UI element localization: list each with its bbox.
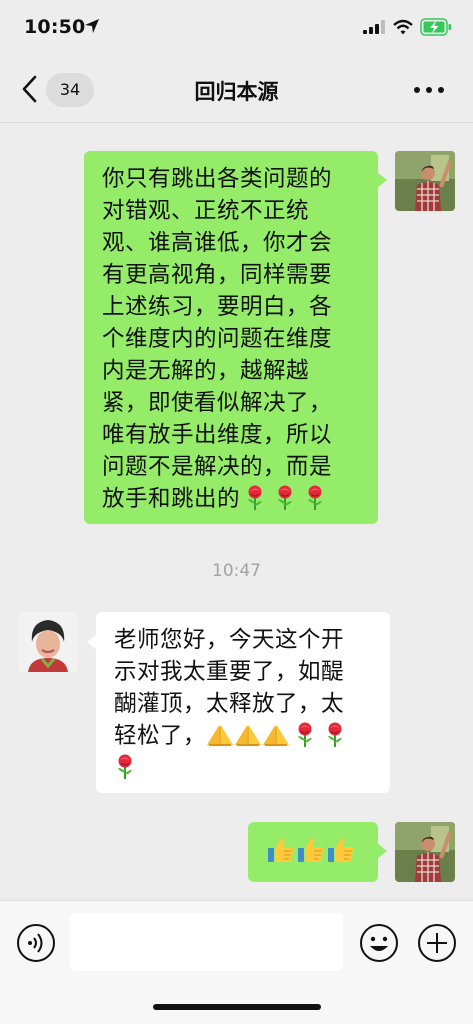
message-line-emoji (114, 752, 372, 784)
location-arrow-icon (85, 19, 99, 33)
message-line: 唯有放手出维度，所以 (102, 422, 333, 448)
header-divider (0, 122, 473, 123)
rose-icon (114, 754, 136, 780)
emoji-icon[interactable] (359, 923, 399, 963)
voice-input-icon[interactable] (16, 923, 56, 963)
plus-icon[interactable] (417, 923, 457, 963)
pray-icon (233, 723, 263, 747)
message-line-with-emoji: 轻松了， (114, 720, 372, 752)
thumbs-up-icon (297, 836, 325, 864)
message-bubble-outgoing[interactable]: 你只有跳出各类问题的 对错观、正统不正统 观、谁高谁低，你才会 有更高视角，同样… (84, 151, 378, 524)
avatar[interactable] (395, 822, 455, 882)
message-bubble-outgoing[interactable] (248, 822, 378, 882)
message-timestamp: 10:47 (212, 561, 261, 581)
rose-icon (244, 485, 266, 511)
rose-icon (294, 722, 316, 748)
message-input[interactable] (70, 913, 343, 971)
pray-icon (205, 723, 235, 747)
wifi-icon (393, 19, 413, 35)
avatar[interactable] (18, 612, 78, 672)
rose-icon (274, 485, 296, 511)
message-line: 放手和跳出的 (102, 486, 241, 512)
thumbs-up-icon (267, 836, 295, 864)
home-indicator (153, 1004, 321, 1010)
chat-title: 回归本源 (194, 80, 279, 104)
message-line: 示对我太重要了，如醍 (114, 659, 345, 685)
message-line: 个维度内的问题在维度 (102, 326, 333, 352)
cellular-signal-icon (363, 20, 385, 34)
message-line: 对错观、正统不正统 (102, 198, 310, 224)
message-line: 紧，即使看似解决了， (102, 390, 333, 416)
message-line: 观、谁高谁低，你才会 (102, 230, 333, 256)
message-bubble-incoming[interactable]: 老师您好，今天这个开 示对我太重要了，如醍 醐灌顶，太释放了，太 轻松了， (96, 612, 390, 793)
thumbs-up-icon (327, 836, 355, 864)
pray-icon (261, 723, 291, 747)
message-line: 上述练习，要明白，各 (102, 294, 333, 320)
rose-icon (324, 722, 346, 748)
message-line: 醐灌顶，太释放了，太 (114, 691, 345, 717)
message-line: 有更高视角，同样需要 (102, 262, 333, 288)
avatar[interactable] (395, 151, 455, 211)
message-line: 你只有跳出各类问题的 (102, 166, 333, 192)
message-line: 老师您好，今天这个开 (114, 627, 345, 653)
more-dots-icon[interactable] (412, 85, 446, 95)
message-line-last: 放手和跳出的 (102, 483, 360, 515)
bubble-tail (377, 172, 387, 188)
status-bar: 10:50 (0, 0, 473, 58)
bubble-tail (377, 843, 387, 859)
message-line: 轻松了， (114, 723, 207, 749)
status-time: 10:50 (24, 16, 86, 38)
battery-charging-icon (420, 18, 451, 36)
message-line: 问题不是解决的，而是 (102, 454, 333, 480)
message-line: 内是无解的，越解越 (102, 358, 310, 384)
rose-icon (304, 485, 326, 511)
chat-header: 34 回归本源 (0, 58, 473, 122)
